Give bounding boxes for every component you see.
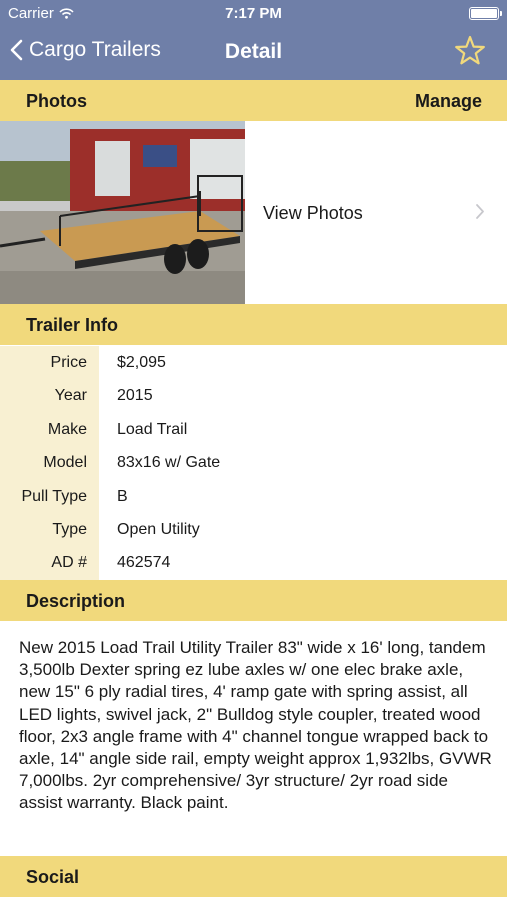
info-row-price: Price $2,095 [0,346,507,380]
trailer-photo-thumbnail [0,121,245,304]
back-button[interactable]: Cargo Trailers [10,38,161,62]
status-time: 7:17 PM [225,5,282,22]
star-outline-icon[interactable] [453,34,487,68]
description-section-header: Description [0,580,507,621]
status-bar: Carrier 7:17 PM [0,0,507,28]
info-value: 83x16 w/ Gate [117,454,221,472]
trailer-info-header-label: Trailer Info [26,315,119,335]
info-row-model: Model 83x16 w/ Gate [0,446,507,480]
trailer-info-section-header: Trailer Info [0,304,507,345]
info-label: Year [0,379,99,413]
back-button-label: Cargo Trailers [29,38,161,61]
social-section-header: Social [0,856,507,897]
photos-section-header: Photos Manage [0,80,507,121]
info-value: $2,095 [117,354,166,371]
info-label: AD # [0,546,99,580]
info-value: Open Utility [117,520,200,538]
manage-button[interactable]: Manage [415,91,482,112]
social-header-label: Social [26,867,80,887]
info-label: Make [0,412,99,447]
info-row-type: Type Open Utility [0,512,507,547]
info-row-make: Make Load Trail [0,412,507,447]
photos-header-label: Photos [26,91,87,111]
view-photos-row[interactable]: View Photos [0,121,507,304]
battery-icon [469,7,502,20]
navigation-bar: Cargo Trailers Detail [0,28,507,80]
description-header-label: Description [26,591,126,611]
chevron-left-icon [10,39,23,61]
trailer-info-table: Price $2,095 Year 2015 Make Load Trail M… [0,346,507,580]
info-value: B [117,487,128,505]
description-text: New 2015 Load Trail Utility Trailer 83" … [19,638,492,813]
chevron-right-icon [476,204,484,219]
info-label: Price [0,346,99,380]
info-value: 462574 [117,554,171,572]
info-row-year: Year 2015 [0,379,507,413]
info-row-ad-number: AD # 462574 [0,546,507,580]
info-label: Type [0,512,99,547]
view-photos-label: View Photos [263,203,363,223]
info-label: Model [0,446,99,480]
info-value: 2015 [117,387,153,405]
info-label: Pull Type [0,479,99,513]
info-value: Load Trail [117,420,188,438]
info-row-pull-type: Pull Type B [0,479,507,513]
